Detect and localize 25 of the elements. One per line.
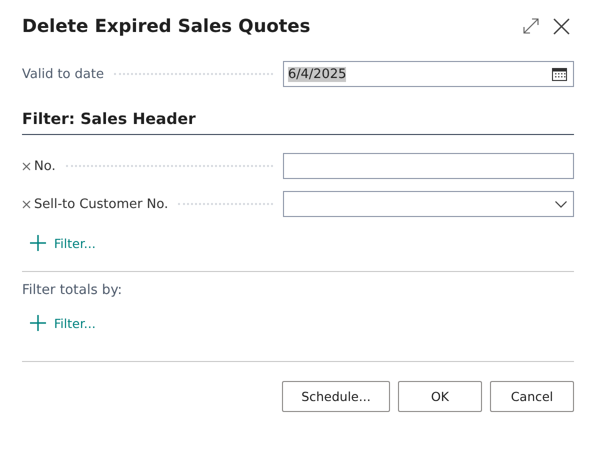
section-label: Filter totals by: [22,282,124,298]
add-filter-link[interactable]: Filter... [30,315,96,331]
close-button[interactable] [553,18,570,34]
expand-button[interactable] [523,18,539,34]
input-field[interactable] [283,153,574,179]
expand-icon [523,18,539,34]
dropdown-field[interactable] [283,191,574,217]
calendar-icon [552,67,567,81]
date-field[interactable]: 6/4/2025 [283,61,574,87]
field-label: No. [34,158,56,174]
field-value: 6/4/2025 [288,66,346,82]
close-icon [553,18,570,34]
plus-icon [30,235,46,251]
field-label: Valid to date [22,66,104,82]
add-filter-link[interactable]: Filter... [30,235,96,251]
plus-icon [30,315,46,331]
remove-filter-icon [22,162,31,170]
chevron-down-icon [555,200,567,208]
dialog-button[interactable]: Cancel [490,381,574,412]
field-label: Sell-to Customer No. [34,196,168,212]
section-heading: Filter: Sales Header [22,110,574,135]
dialog-button[interactable]: Schedule... [282,381,390,412]
remove-filter-icon [22,200,31,208]
dialog-title: Delete Expired Sales Quotes [22,16,310,36]
dialog-button[interactable]: OK [398,381,482,412]
